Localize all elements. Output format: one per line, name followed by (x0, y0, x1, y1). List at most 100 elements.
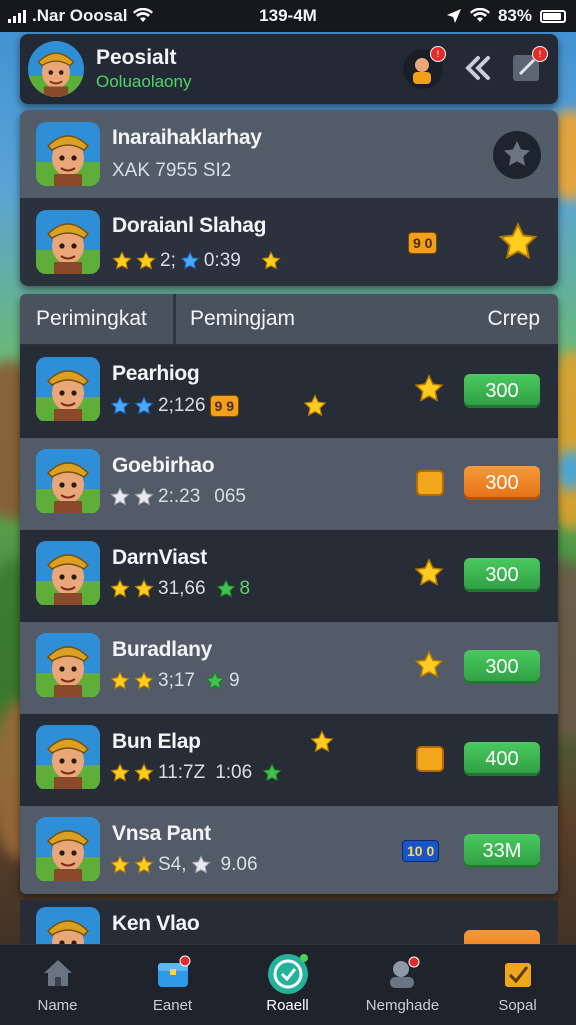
chest-icon (157, 955, 190, 987)
player-stat: 11:7Z (158, 762, 206, 783)
star-icon (310, 730, 334, 754)
table-row[interactable]: Buradlany 3;17 9 300 (20, 622, 558, 714)
bottom-nav: Name Eanet Roaell Nemghade Sopal (0, 944, 576, 1025)
star-icon (261, 251, 281, 271)
mail-button[interactable]: ! (510, 46, 548, 89)
battery-percent: 83% (497, 6, 532, 25)
player-stat: 2; (160, 250, 176, 271)
score-button[interactable]: 300 (464, 558, 540, 592)
tab-bar: Perimingkat Pemingjam Crrep (20, 294, 558, 346)
player-extra: 1:06 (215, 762, 253, 783)
player-avatar (36, 816, 100, 882)
player-meta: 2;126 9 9 (110, 394, 327, 418)
player-time: 0:39 (203, 250, 241, 271)
nav-friends[interactable]: Nemghade (345, 945, 460, 1025)
score-button[interactable]: 300 (464, 650, 540, 684)
nav-social[interactable]: Roaell (230, 945, 345, 1025)
green-star-icon (205, 671, 225, 691)
player-stat: 2;126 (158, 395, 206, 416)
player-avatar (36, 356, 100, 422)
tab-ranking[interactable]: Perimingkat (36, 294, 147, 344)
featured-players: Inaraihaklarhay XAK 7955 SI2 Doraianl Sl… (20, 110, 558, 286)
player-name: DarnViast (112, 546, 207, 569)
table-row[interactable]: Ken Vlao (20, 900, 558, 944)
social-icon (267, 954, 308, 994)
nav-label: Roaell (266, 997, 309, 1014)
player-name: Buradlany (112, 638, 212, 661)
rank-star-icon (414, 650, 444, 680)
nav-chest[interactable]: Eanet (115, 945, 230, 1025)
player-stat: 2:.23 (158, 486, 201, 507)
player-extra: 065 (214, 486, 246, 507)
home-icon (43, 960, 72, 986)
player-stat: S4, (158, 854, 187, 875)
player-meta: 3;17 9 (110, 670, 240, 692)
player-name: Goebirhao (112, 454, 215, 477)
star-icon (303, 394, 327, 418)
score-button[interactable]: 400 (464, 742, 540, 776)
star-icon (136, 251, 156, 271)
green-star-icon (262, 763, 282, 783)
white-star-icon (134, 487, 154, 507)
player-extra: 8 (239, 578, 251, 599)
score-button[interactable]: 33M (464, 834, 540, 868)
player-avatar (36, 632, 100, 698)
player-name: Vnsa Pant (112, 822, 211, 845)
nav-label: Nemghade (365, 997, 440, 1014)
table-row[interactable]: Goebirhao 2:.23 065 300 (20, 438, 558, 530)
double-chevron-left-icon[interactable] (462, 52, 494, 84)
table-row[interactable]: Bun Elap 11:7Z 1:06 400 (20, 714, 558, 806)
star-icon (134, 763, 154, 783)
battery-icon (540, 9, 566, 23)
player-meta: 2; 0:39 (112, 250, 281, 272)
nav-label: Sopal (498, 997, 537, 1014)
player-meta: S4, 9.06 (110, 854, 258, 876)
player-name: Pearhiog (112, 362, 200, 385)
star-icon (134, 671, 154, 691)
rank-star-icon[interactable] (492, 130, 542, 180)
ranking-panel: Perimingkat Pemingjam Crrep Pearhiog 2;1… (20, 294, 558, 894)
tab-group[interactable]: Crrep (487, 294, 540, 344)
list-item[interactable]: Inaraihaklarhay XAK 7955 SI2 (20, 110, 558, 198)
player-avatar (36, 122, 100, 186)
player-meta: 31,66 8 (110, 578, 250, 600)
player-name: Bun Elap (112, 730, 201, 753)
star-icon (112, 251, 132, 271)
star-icon (134, 855, 154, 875)
score-button[interactable]: 300 (464, 466, 540, 500)
list-item[interactable]: Doraianl Slahag 2; 0:39 9 0 (20, 198, 558, 286)
player-avatar (36, 724, 100, 790)
shop-icon (504, 963, 531, 987)
score-button[interactable]: 300 (464, 374, 540, 408)
player-stat: 3;17 (158, 670, 195, 691)
blue-star-icon (110, 396, 130, 416)
favorite-star-icon[interactable] (498, 222, 538, 262)
profile-status: Ooluaolaony (96, 72, 192, 91)
star-icon (134, 579, 154, 599)
wifi-icon-right (469, 8, 490, 22)
nav-home[interactable]: Name (0, 945, 115, 1025)
player-meta: XAK 7955 SI2 (112, 160, 232, 181)
player-avatar (36, 448, 100, 514)
table-row[interactable]: DarnViast 31,66 8 300 (20, 530, 558, 622)
level-chip: 9 0 (408, 232, 438, 254)
table-row[interactable]: Vnsa Pant S4, 9.06 10 0 33M (20, 806, 558, 894)
notification-badge: ! (430, 46, 446, 62)
character-button[interactable]: ! (402, 46, 446, 95)
star-icon (110, 671, 130, 691)
star-icon (110, 763, 130, 783)
medal-icon (416, 470, 444, 496)
player-avatar (36, 906, 100, 944)
player-extra: 9 (228, 670, 240, 691)
star-icon (110, 579, 130, 599)
profile-avatar[interactable] (28, 41, 84, 97)
player-stat: 31,66 (158, 578, 206, 599)
table-row[interactable]: Pearhiog 2;126 9 9 300 (20, 346, 558, 438)
green-star-icon (216, 579, 236, 599)
player-avatar (36, 540, 100, 606)
blue-star-icon (180, 251, 200, 271)
tab-borrow[interactable]: Pemingjam (190, 294, 295, 344)
score-button[interactable] (464, 930, 540, 944)
friends-icon (389, 956, 419, 988)
nav-shop[interactable]: Sopal (460, 945, 575, 1025)
